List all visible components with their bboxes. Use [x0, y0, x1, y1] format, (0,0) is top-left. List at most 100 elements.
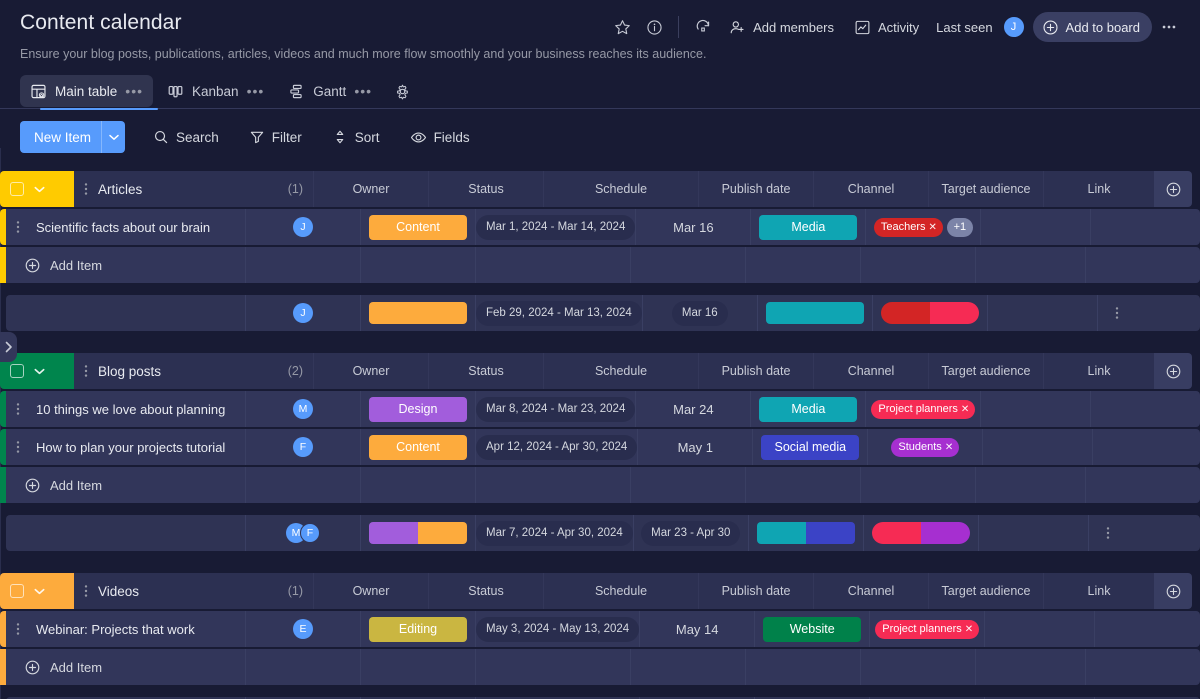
column-header-link[interactable]: Link [1044, 353, 1154, 389]
cell-status[interactable]: Editing [361, 611, 476, 647]
chevron-down-icon[interactable] [34, 186, 45, 193]
info-icon[interactable] [639, 12, 669, 42]
column-header-target-audience[interactable]: Target audience [929, 353, 1044, 389]
column-header-schedule[interactable]: Schedule [544, 353, 699, 389]
star-icon[interactable] [607, 12, 637, 42]
new-item-button[interactable]: New Item [20, 121, 125, 153]
column-header-status[interactable]: Status [429, 353, 544, 389]
drag-handle-icon[interactable] [82, 584, 90, 598]
sidebar-expand-toggle[interactable] [0, 332, 17, 362]
chevron-down-icon[interactable] [34, 588, 45, 595]
add-item-row[interactable]: Add Item [0, 467, 1200, 503]
drag-handle-icon[interactable] [82, 364, 90, 378]
cell-channel[interactable]: Social media [753, 429, 868, 465]
cell-target-audience[interactable]: Project planners✕ [866, 391, 981, 427]
close-icon[interactable]: ✕ [961, 404, 969, 415]
group-color-collapse[interactable] [0, 573, 74, 609]
tab-main-table[interactable]: Main table ••• [20, 75, 153, 107]
group-select-checkbox[interactable] [10, 182, 24, 196]
add-to-board-button[interactable]: Add to board [1033, 12, 1152, 42]
tab-kanban-menu-icon[interactable]: ••• [247, 87, 265, 95]
cell-owner[interactable]: M [246, 391, 361, 427]
summary-menu-icon[interactable] [1098, 295, 1136, 331]
table-row[interactable]: Webinar: Projects that workEEditingMay 3… [0, 611, 1200, 647]
chevron-down-icon[interactable] [101, 121, 125, 153]
column-header-publish-date[interactable]: Publish date [699, 171, 814, 207]
add-item-row[interactable]: Add Item [0, 649, 1200, 685]
filter-button[interactable]: Filter [239, 121, 312, 153]
cell-status[interactable]: Design [361, 391, 476, 427]
more-options-icon[interactable] [1154, 12, 1184, 42]
view-settings-button[interactable] [386, 75, 419, 107]
cell-schedule[interactable]: Mar 1, 2024 - Mar 14, 2024 [476, 209, 636, 245]
cell-owner[interactable]: E [246, 611, 361, 647]
add-column-button[interactable] [1154, 573, 1192, 609]
column-header-link[interactable]: Link [1044, 573, 1154, 609]
row-menu-icon[interactable] [14, 440, 36, 454]
cell-link[interactable] [981, 391, 1091, 427]
add-item-button[interactable]: Add Item [6, 247, 246, 283]
cell-status[interactable]: Content [361, 209, 476, 245]
column-header-channel[interactable]: Channel [814, 353, 929, 389]
cell-target-audience[interactable]: Students✕ [868, 429, 983, 465]
row-name-cell[interactable]: Scientific facts about our brain [6, 209, 246, 245]
row-name-cell[interactable]: 10 things we love about planning [6, 391, 246, 427]
add-members-button[interactable]: Add members [720, 12, 843, 42]
group-title-cell[interactable]: Blog posts(2) [74, 353, 314, 389]
tab-gantt[interactable]: Gantt ••• [278, 75, 382, 107]
cell-channel[interactable]: Media [751, 391, 866, 427]
column-header-publish-date[interactable]: Publish date [699, 353, 814, 389]
board-updates-icon[interactable] [688, 12, 718, 42]
column-header-link[interactable]: Link [1044, 171, 1154, 207]
group-title-cell[interactable]: Videos(1) [74, 573, 314, 609]
group-title-cell[interactable]: Articles(1) [74, 171, 314, 207]
column-header-owner[interactable]: Owner [314, 353, 429, 389]
drag-handle-icon[interactable] [82, 182, 90, 196]
tab-main-table-menu-icon[interactable]: ••• [125, 87, 143, 95]
cell-publish-date[interactable]: May 1 [638, 429, 753, 465]
row-name-cell[interactable]: How to plan your projects tutorial [6, 429, 246, 465]
column-header-channel[interactable]: Channel [814, 171, 929, 207]
add-item-row[interactable]: Add Item [0, 247, 1200, 283]
column-header-target-audience[interactable]: Target audience [929, 573, 1044, 609]
column-header-schedule[interactable]: Schedule [544, 171, 699, 207]
cell-publish-date[interactable]: May 14 [640, 611, 755, 647]
fields-button[interactable]: Fields [400, 121, 480, 153]
search-button[interactable]: Search [143, 121, 229, 153]
group-select-checkbox[interactable] [10, 584, 24, 598]
column-header-channel[interactable]: Channel [814, 573, 929, 609]
cell-link[interactable] [981, 209, 1091, 245]
cell-owner[interactable]: J [246, 209, 361, 245]
column-header-status[interactable]: Status [429, 171, 544, 207]
cell-schedule[interactable]: Mar 8, 2024 - Mar 23, 2024 [476, 391, 636, 427]
column-header-schedule[interactable]: Schedule [544, 573, 699, 609]
cell-channel[interactable]: Website [755, 611, 870, 647]
close-icon[interactable]: ✕ [945, 442, 953, 453]
chevron-down-icon[interactable] [34, 368, 45, 375]
group-color-collapse[interactable] [0, 171, 74, 207]
cell-link[interactable] [983, 429, 1093, 465]
add-column-button[interactable] [1154, 171, 1192, 207]
table-row[interactable]: Scientific facts about our brainJContent… [0, 209, 1200, 245]
cell-link[interactable] [985, 611, 1095, 647]
table-row[interactable]: 10 things we love about planningMDesignM… [0, 391, 1200, 427]
cell-channel[interactable]: Media [751, 209, 866, 245]
row-menu-icon[interactable] [14, 622, 36, 636]
add-item-button[interactable]: Add Item [6, 649, 246, 685]
row-menu-icon[interactable] [14, 402, 36, 416]
column-header-owner[interactable]: Owner [314, 171, 429, 207]
row-name-cell[interactable]: Webinar: Projects that work [6, 611, 246, 647]
cell-publish-date[interactable]: Mar 24 [636, 391, 751, 427]
tab-gantt-menu-icon[interactable]: ••• [354, 87, 372, 95]
cell-publish-date[interactable]: Mar 16 [636, 209, 751, 245]
column-header-publish-date[interactable]: Publish date [699, 573, 814, 609]
column-header-owner[interactable]: Owner [314, 573, 429, 609]
sort-button[interactable]: Sort [322, 121, 390, 153]
activity-button[interactable]: Activity [845, 12, 928, 42]
avatar[interactable]: J [1003, 16, 1025, 38]
close-icon[interactable]: ✕ [928, 222, 936, 233]
group-select-checkbox[interactable] [10, 364, 24, 378]
column-header-target-audience[interactable]: Target audience [929, 171, 1044, 207]
cell-schedule[interactable]: May 3, 2024 - May 13, 2024 [476, 611, 640, 647]
cell-target-audience[interactable]: Project planners✕ [870, 611, 985, 647]
